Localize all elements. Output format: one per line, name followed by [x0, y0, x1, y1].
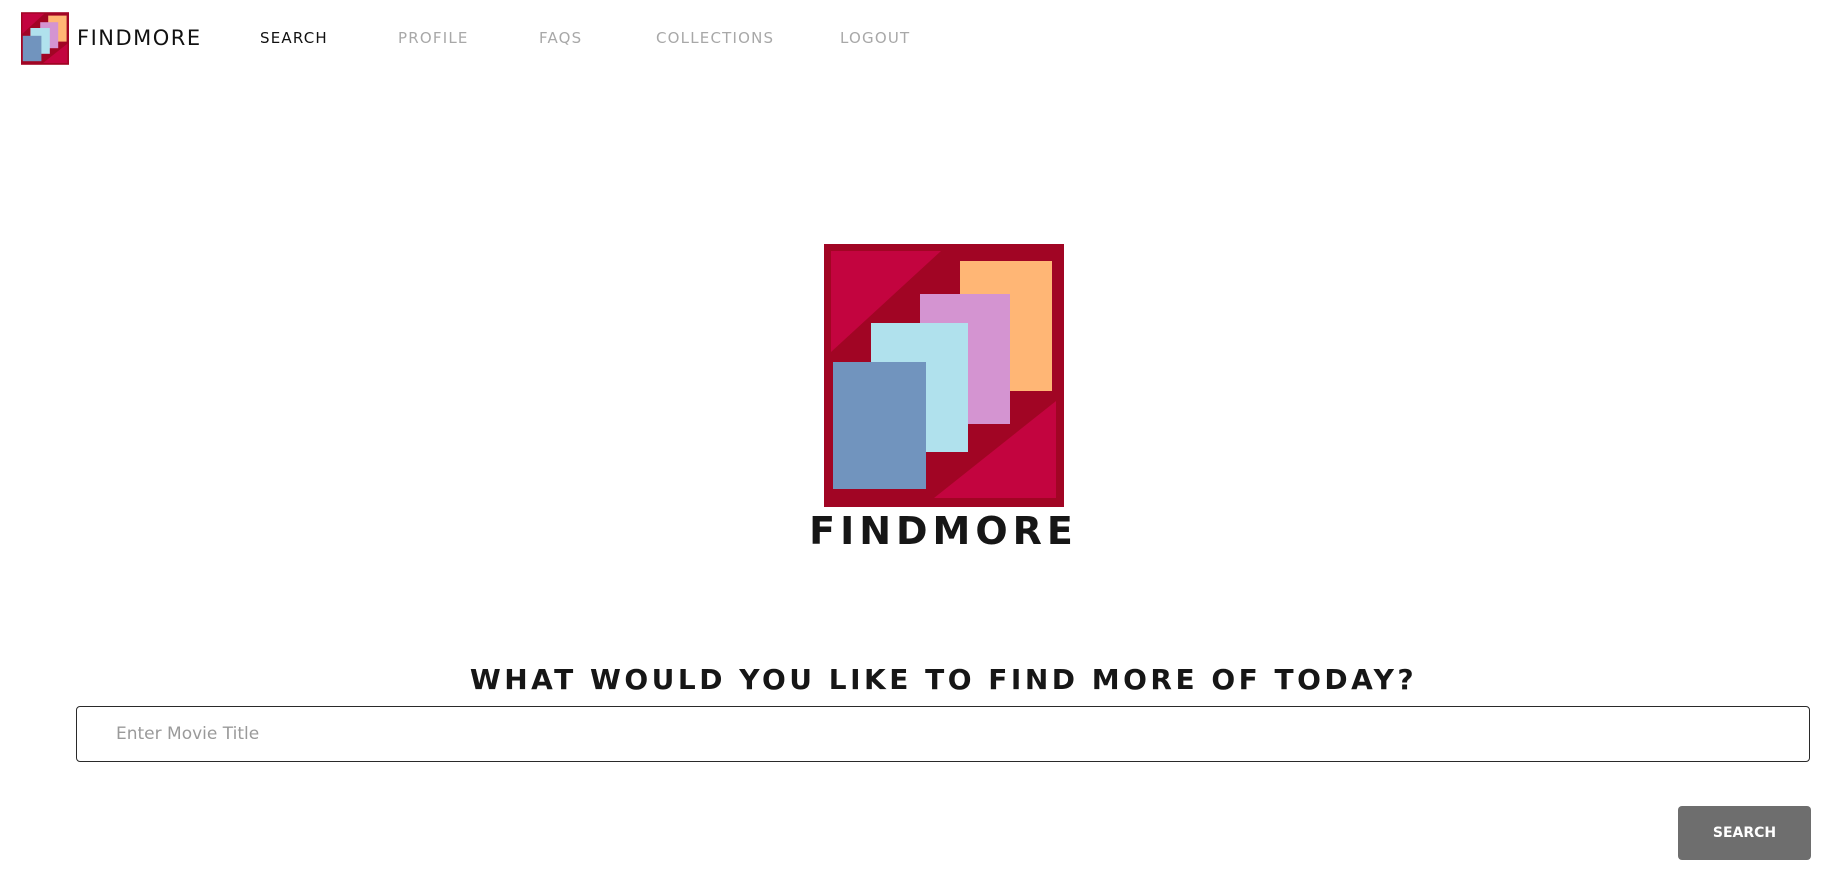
- top-navbar: FINDMORE SEARCH PROFILE FAQS COLLECTIONS…: [0, 0, 1821, 78]
- findmore-logo-icon: [21, 12, 69, 65]
- brand-name: FINDMORE: [77, 26, 202, 50]
- search-prompt: WHAT WOULD YOU LIKE TO FIND MORE OF TODA…: [469, 663, 1418, 696]
- nav-search[interactable]: SEARCH: [260, 31, 328, 46]
- search-button[interactable]: SEARCH: [1678, 806, 1811, 860]
- nav-collections[interactable]: COLLECTIONS: [656, 31, 774, 46]
- nav-profile[interactable]: PROFILE: [398, 31, 469, 46]
- brand[interactable]: FINDMORE: [21, 12, 202, 65]
- nav-logout[interactable]: LOGOUT: [840, 31, 910, 46]
- nav-faqs[interactable]: FAQS: [539, 31, 582, 46]
- movie-title-search-input[interactable]: [76, 706, 1810, 762]
- hero-title: FINDMORE: [809, 509, 1078, 553]
- findmore-hero-logo-icon: [824, 244, 1064, 507]
